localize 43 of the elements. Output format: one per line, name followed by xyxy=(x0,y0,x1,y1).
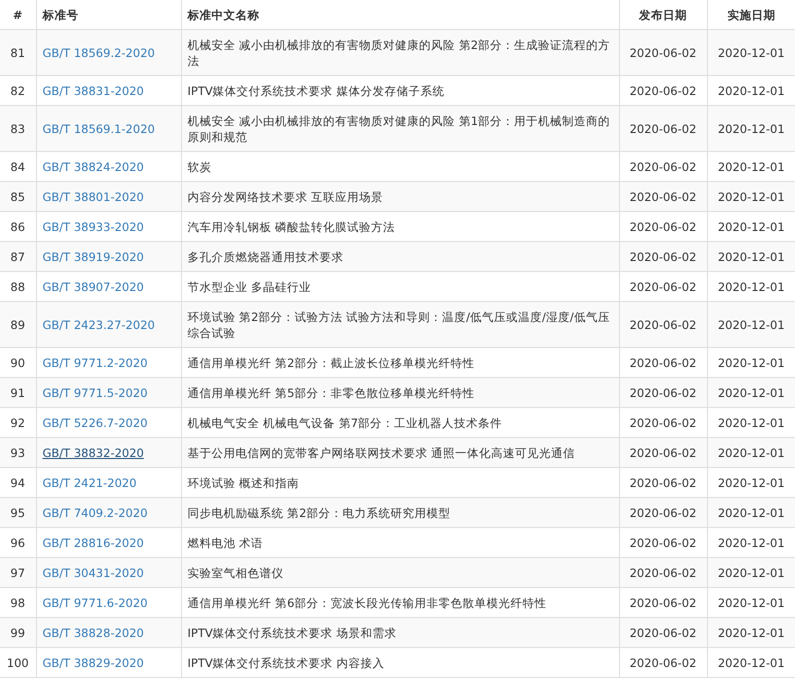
publish-date: 2020-06-02 xyxy=(619,378,707,408)
publish-date: 2020-06-02 xyxy=(619,30,707,76)
row-number: 89 xyxy=(0,302,36,348)
row-number: 99 xyxy=(0,618,36,648)
effective-date: 2020-12-01 xyxy=(707,242,795,272)
standard-name: 实验室气相色谱仪 xyxy=(181,558,619,588)
standard-name: 内容分发网络技术要求 互联应用场景 xyxy=(181,182,619,212)
publish-date: 2020-06-02 xyxy=(619,618,707,648)
row-number: 91 xyxy=(0,378,36,408)
row-number: 85 xyxy=(0,182,36,212)
publish-date: 2020-06-02 xyxy=(619,648,707,678)
publish-date: 2020-06-02 xyxy=(619,558,707,588)
effective-date: 2020-12-01 xyxy=(707,438,795,468)
publish-date: 2020-06-02 xyxy=(619,182,707,212)
row-number: 83 xyxy=(0,106,36,152)
row-number: 100 xyxy=(0,648,36,678)
standard-name: IPTV媒体交付系统技术要求 内容接入 xyxy=(181,648,619,678)
effective-date: 2020-12-01 xyxy=(707,106,795,152)
effective-date: 2020-12-01 xyxy=(707,378,795,408)
row-number: 87 xyxy=(0,242,36,272)
effective-date: 2020-12-01 xyxy=(707,558,795,588)
standard-name: 多孔介质燃烧器通用技术要求 xyxy=(181,242,619,272)
standard-name: 基于公用电信网的宽带客户网络联网技术要求 通照一体化高速可见光通信 xyxy=(181,438,619,468)
effective-date: 2020-12-01 xyxy=(707,30,795,76)
standard-name: 机械安全 减小由机械排放的有害物质对健康的风险 第2部分：生成验证流程的方法 xyxy=(181,30,619,76)
standard-name: 同步电机励磁系统 第2部分：电力系统研究用模型 xyxy=(181,498,619,528)
row-number: 93 xyxy=(0,438,36,468)
publish-date: 2020-06-02 xyxy=(619,242,707,272)
publish-date: 2020-06-02 xyxy=(619,106,707,152)
effective-date: 2020-12-01 xyxy=(707,302,795,348)
row-number: 95 xyxy=(0,498,36,528)
effective-date: 2020-12-01 xyxy=(707,182,795,212)
effective-date: 2020-12-01 xyxy=(707,618,795,648)
publish-date: 2020-06-02 xyxy=(619,498,707,528)
publish-date: 2020-06-02 xyxy=(619,438,707,468)
publish-date: 2020-06-02 xyxy=(619,302,707,348)
standard-name: 环境试验 第2部分：试验方法 试验方法和导则：温度/低气压或温度/湿度/低气压综合试验 xyxy=(181,302,619,348)
standard-name: 机械安全 减小由机械排放的有害物质对健康的风险 第1部分：用于机械制造商的原则和规范 xyxy=(181,106,619,152)
effective-date: 2020-12-01 xyxy=(707,498,795,528)
standard-name: IPTV媒体交付系统技术要求 场景和需求 xyxy=(181,618,619,648)
row-number: 97 xyxy=(0,558,36,588)
row-number: 81 xyxy=(0,30,36,76)
standard-name: 通信用单模光纤 第5部分：非零色散位移单模光纤特性 xyxy=(181,378,619,408)
